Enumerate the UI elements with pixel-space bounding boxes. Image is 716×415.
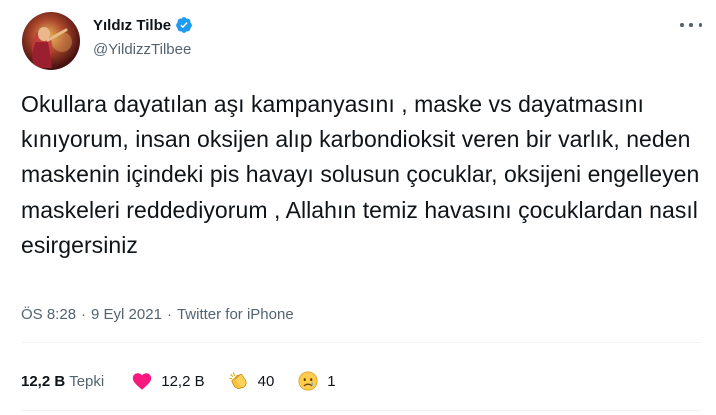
reaction-stats: 12,2 B Tepki 12,2 B 40 1 [21, 370, 359, 392]
reactions-total[interactable]: 12,2 B Tepki [21, 373, 104, 390]
heart-icon [131, 370, 153, 392]
crying-face-icon [297, 370, 319, 392]
tweet-text: Okullara dayatılan aşı kampanyasını , ma… [21, 91, 700, 258]
more-options-icon[interactable] [680, 17, 702, 33]
divider [21, 342, 701, 343]
separator: · [166, 306, 172, 323]
clap-count: 40 [257, 372, 275, 390]
reactions-label: Tepki [69, 372, 105, 390]
divider [21, 410, 701, 411]
tweet-source[interactable]: Twitter for iPhone [177, 306, 294, 323]
avatar-image [32, 27, 72, 68]
dot-icon [680, 23, 684, 27]
separator: · [81, 306, 87, 323]
tweet-card: Yıldız Tilbe @YildizzTilbee Okullara day… [0, 0, 716, 415]
tweet-time[interactable]: ÖS 8:28 [21, 306, 76, 323]
dot-icon [698, 23, 702, 27]
avatar[interactable] [22, 12, 80, 70]
heart-reaction[interactable]: 12,2 B [131, 370, 205, 392]
author-handle[interactable]: @YildizzTilbee [93, 41, 191, 58]
clap-reaction[interactable]: 40 [228, 370, 275, 392]
tweet-date[interactable]: 9 Eyl 2021 [91, 306, 162, 323]
sad-count: 1 [327, 372, 336, 390]
heart-count: 12,2 B [161, 372, 205, 390]
tweet-meta: ÖS 8:28 · 9 Eyl 2021 · Twitter for iPhone [21, 306, 294, 323]
display-name[interactable]: Yıldız Tilbe [93, 17, 171, 34]
clapping-hands-icon [228, 370, 250, 392]
reactions-total-count: 12,2 B [21, 372, 66, 390]
author-name-row[interactable]: Yıldız Tilbe [93, 16, 193, 34]
sad-reaction[interactable]: 1 [297, 370, 336, 392]
verified-badge-icon [175, 16, 193, 34]
dot-icon [689, 23, 693, 27]
